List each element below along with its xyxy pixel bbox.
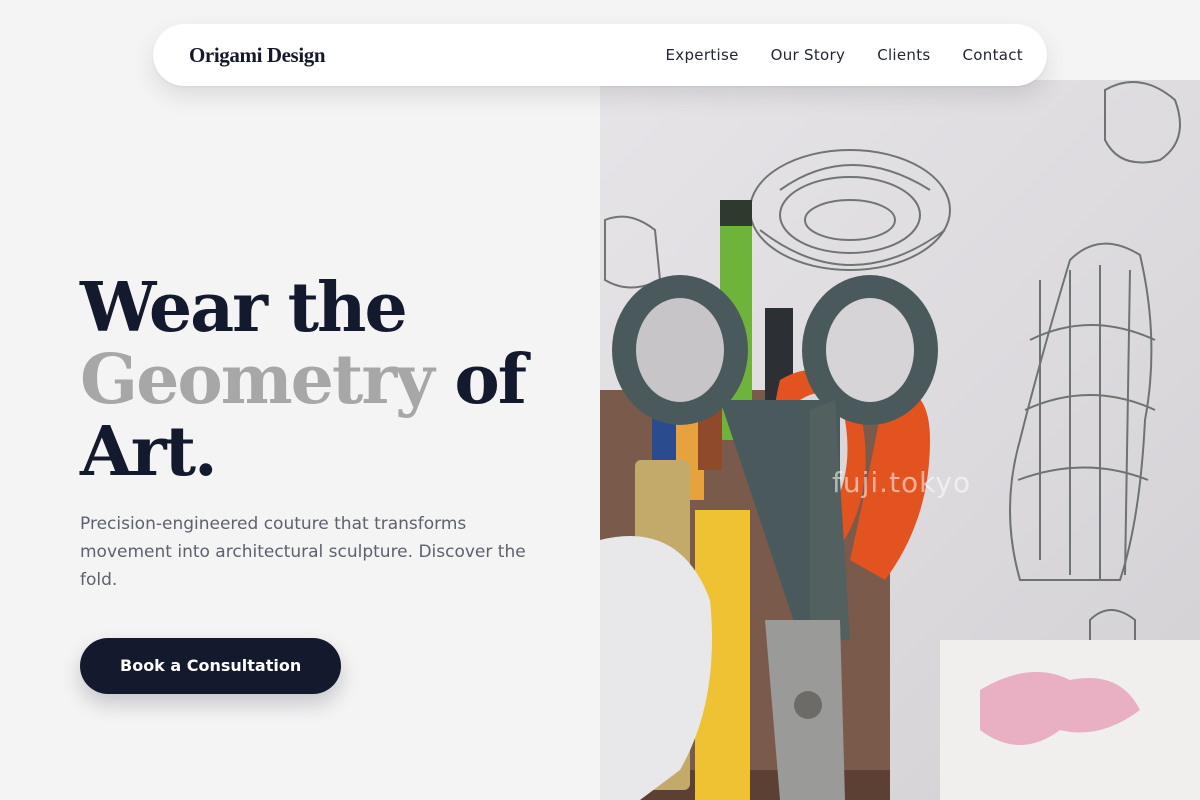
nav-link-clients[interactable]: Clients	[877, 46, 930, 64]
photo-watermark: fuji.tokyo	[832, 466, 972, 499]
headline-muted-word: Geometry	[80, 340, 435, 420]
nav-link-expertise[interactable]: Expertise	[666, 46, 739, 64]
hero-headline: Wear the Geometry of Art.	[80, 272, 580, 488]
hero-description: Precision-engineered couture that transf…	[80, 514, 526, 590]
scissors-and-pencils-illustration	[600, 81, 1200, 800]
headline-line-1: Wear the	[80, 268, 408, 348]
headline-line-3: Art.	[80, 412, 218, 492]
hero-photo: fuji.tokyo	[600, 80, 1200, 800]
top-navigation: Origami Design Expertise Our Story Clien…	[153, 24, 1047, 86]
hero-section: Wear the Geometry of Art. Precision-engi…	[80, 272, 580, 694]
brand-logo[interactable]: Origami Design	[189, 43, 326, 68]
nav-link-our-story[interactable]: Our Story	[771, 46, 846, 64]
nav-link-contact[interactable]: Contact	[963, 46, 1023, 64]
book-consultation-button[interactable]: Book a Consultation	[80, 638, 342, 694]
nav-menu: Expertise Our Story Clients Contact	[666, 46, 1023, 64]
headline-line-2-rest: of	[454, 340, 527, 420]
